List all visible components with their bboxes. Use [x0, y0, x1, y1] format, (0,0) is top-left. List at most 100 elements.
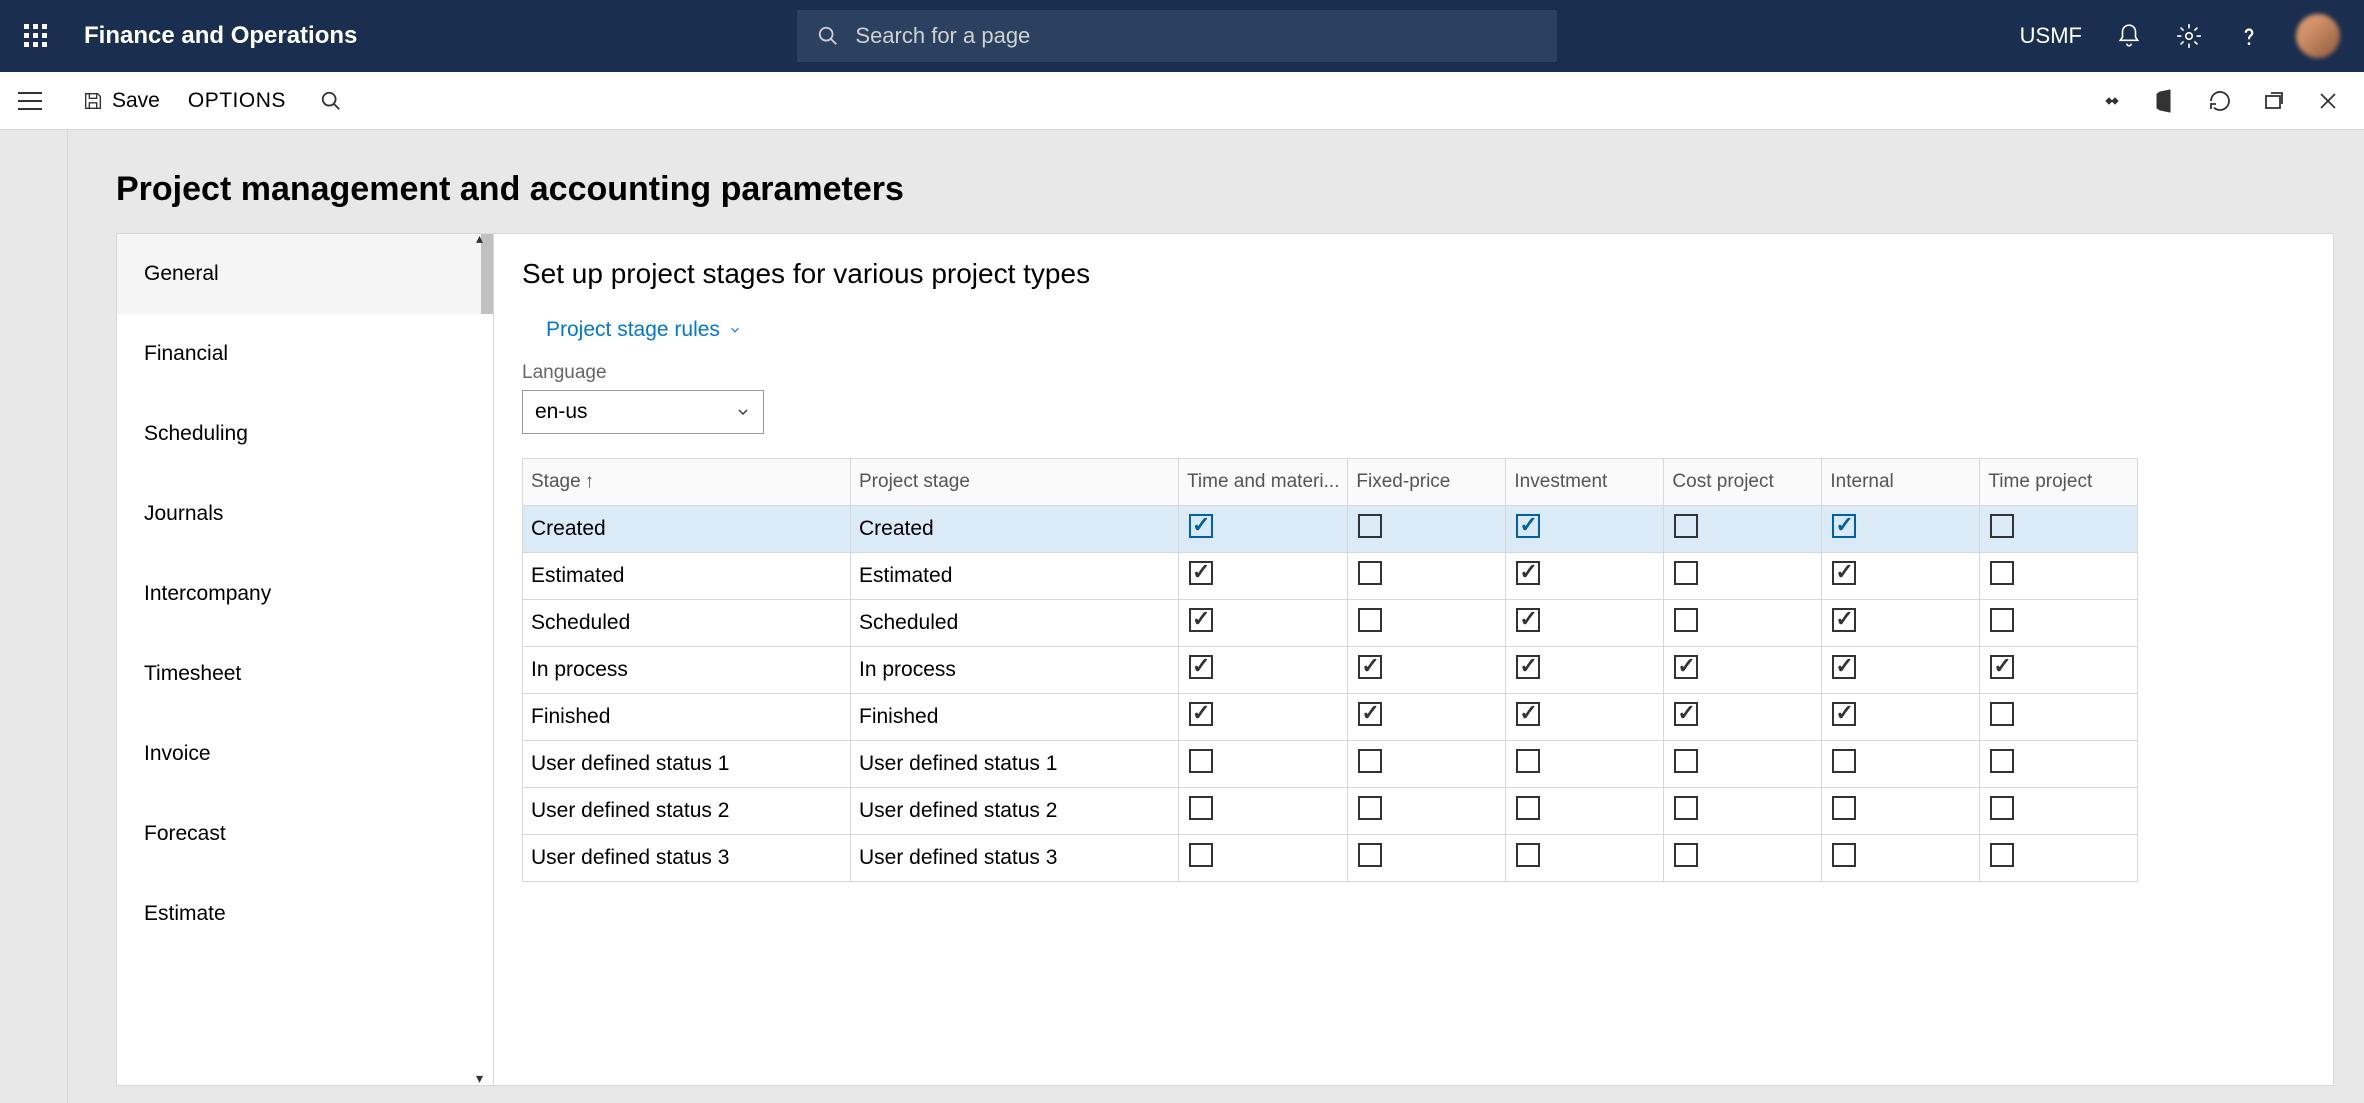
side-nav-item[interactable]: Invoice [117, 714, 493, 794]
language-select[interactable]: en-us [522, 390, 764, 434]
side-nav-item[interactable]: Estimate [117, 874, 493, 954]
checkbox[interactable] [1358, 514, 1382, 538]
stage-cell[interactable]: Finished [523, 694, 851, 741]
side-nav-item[interactable]: Scheduling [117, 394, 493, 474]
gear-icon[interactable] [2176, 23, 2202, 49]
side-nav-item[interactable]: General [117, 234, 493, 314]
project-stage-cell[interactable]: User defined status 2 [851, 788, 1179, 835]
checkbox[interactable] [1832, 655, 1856, 679]
options-button[interactable]: OPTIONS [188, 89, 286, 113]
stage-cell[interactable]: Estimated [523, 553, 851, 600]
scroll-down-icon[interactable]: ▾ [476, 1070, 483, 1087]
office-icon[interactable] [2154, 89, 2178, 113]
checkbox[interactable] [1990, 843, 2014, 867]
stage-cell[interactable]: User defined status 1 [523, 741, 851, 788]
checkbox[interactable] [1358, 561, 1382, 585]
checkbox[interactable] [1516, 843, 1540, 867]
checkbox[interactable] [1358, 843, 1382, 867]
column-header[interactable]: Internal [1822, 459, 1980, 506]
checkbox[interactable] [1674, 843, 1698, 867]
project-stage-cell[interactable]: User defined status 1 [851, 741, 1179, 788]
checkbox[interactable] [1358, 796, 1382, 820]
checkbox[interactable] [1516, 655, 1540, 679]
checkbox[interactable] [1832, 796, 1856, 820]
project-stage-cell[interactable]: Scheduled [851, 600, 1179, 647]
diamond-icon[interactable] [2100, 89, 2124, 113]
stage-cell[interactable]: Scheduled [523, 600, 851, 647]
checkbox[interactable] [1516, 749, 1540, 773]
toolbar-search-icon[interactable] [320, 90, 342, 112]
checkbox[interactable] [1832, 608, 1856, 632]
bell-icon[interactable] [2116, 23, 2142, 49]
checkbox[interactable] [1832, 749, 1856, 773]
stage-cell[interactable]: In process [523, 647, 851, 694]
checkbox[interactable] [1832, 514, 1856, 538]
checkbox[interactable] [1189, 655, 1213, 679]
checkbox[interactable] [1189, 796, 1213, 820]
refresh-icon[interactable] [2208, 89, 2232, 113]
table-row[interactable]: User defined status 3User defined status… [523, 835, 2138, 882]
checkbox[interactable] [1189, 702, 1213, 726]
project-stage-cell[interactable]: User defined status 3 [851, 835, 1179, 882]
checkbox[interactable] [1990, 655, 2014, 679]
table-row[interactable]: CreatedCreated [523, 506, 2138, 553]
checkbox[interactable] [1189, 608, 1213, 632]
checkbox[interactable] [1516, 514, 1540, 538]
stage-cell[interactable]: Created [523, 506, 851, 553]
side-nav-item[interactable]: Timesheet [117, 634, 493, 714]
hamburger-icon[interactable] [18, 92, 42, 110]
checkbox[interactable] [1189, 561, 1213, 585]
checkbox[interactable] [1990, 749, 2014, 773]
table-row[interactable]: FinishedFinished [523, 694, 2138, 741]
stage-cell[interactable]: User defined status 3 [523, 835, 851, 882]
column-header[interactable]: Cost project [1664, 459, 1822, 506]
help-icon[interactable] [2236, 23, 2262, 49]
checkbox[interactable] [1516, 608, 1540, 632]
project-stage-cell[interactable]: Created [851, 506, 1179, 553]
checkbox[interactable] [1674, 702, 1698, 726]
checkbox[interactable] [1674, 514, 1698, 538]
side-nav-item[interactable]: Forecast [117, 794, 493, 874]
checkbox[interactable] [1990, 702, 2014, 726]
checkbox[interactable] [1674, 796, 1698, 820]
checkbox[interactable] [1674, 749, 1698, 773]
checkbox[interactable] [1516, 796, 1540, 820]
checkbox[interactable] [1674, 608, 1698, 632]
popout-icon[interactable] [2262, 89, 2286, 113]
checkbox[interactable] [1358, 702, 1382, 726]
checkbox[interactable] [1990, 608, 2014, 632]
checkbox[interactable] [1516, 561, 1540, 585]
table-row[interactable]: User defined status 2User defined status… [523, 788, 2138, 835]
company-code[interactable]: USMF [2020, 23, 2082, 49]
close-icon[interactable] [2316, 89, 2340, 113]
project-stage-cell[interactable]: Finished [851, 694, 1179, 741]
checkbox[interactable] [1189, 843, 1213, 867]
checkbox[interactable] [1990, 514, 2014, 538]
checkbox[interactable] [1358, 655, 1382, 679]
checkbox[interactable] [1358, 749, 1382, 773]
table-row[interactable]: In processIn process [523, 647, 2138, 694]
checkbox[interactable] [1832, 702, 1856, 726]
column-header[interactable]: Time project [1980, 459, 2138, 506]
table-row[interactable]: User defined status 1User defined status… [523, 741, 2138, 788]
waffle-icon[interactable] [24, 24, 48, 48]
checkbox[interactable] [1358, 608, 1382, 632]
project-stage-cell[interactable]: In process [851, 647, 1179, 694]
column-header[interactable]: Stage↑ [523, 459, 851, 506]
global-search-input[interactable] [855, 23, 1455, 49]
checkbox[interactable] [1189, 514, 1213, 538]
column-header[interactable]: Project stage [851, 459, 1179, 506]
stage-cell[interactable]: User defined status 2 [523, 788, 851, 835]
checkbox[interactable] [1516, 702, 1540, 726]
column-header[interactable]: Investment [1506, 459, 1664, 506]
checkbox[interactable] [1990, 796, 2014, 820]
column-header[interactable]: Fixed-price [1348, 459, 1506, 506]
checkbox[interactable] [1674, 561, 1698, 585]
user-avatar[interactable] [2296, 14, 2340, 58]
column-header[interactable]: Time and materi... [1179, 459, 1348, 506]
checkbox[interactable] [1990, 561, 2014, 585]
project-stage-rules-link[interactable]: Project stage rules [546, 318, 2305, 342]
side-nav-item[interactable]: Journals [117, 474, 493, 554]
checkbox[interactable] [1832, 843, 1856, 867]
project-stage-cell[interactable]: Estimated [851, 553, 1179, 600]
